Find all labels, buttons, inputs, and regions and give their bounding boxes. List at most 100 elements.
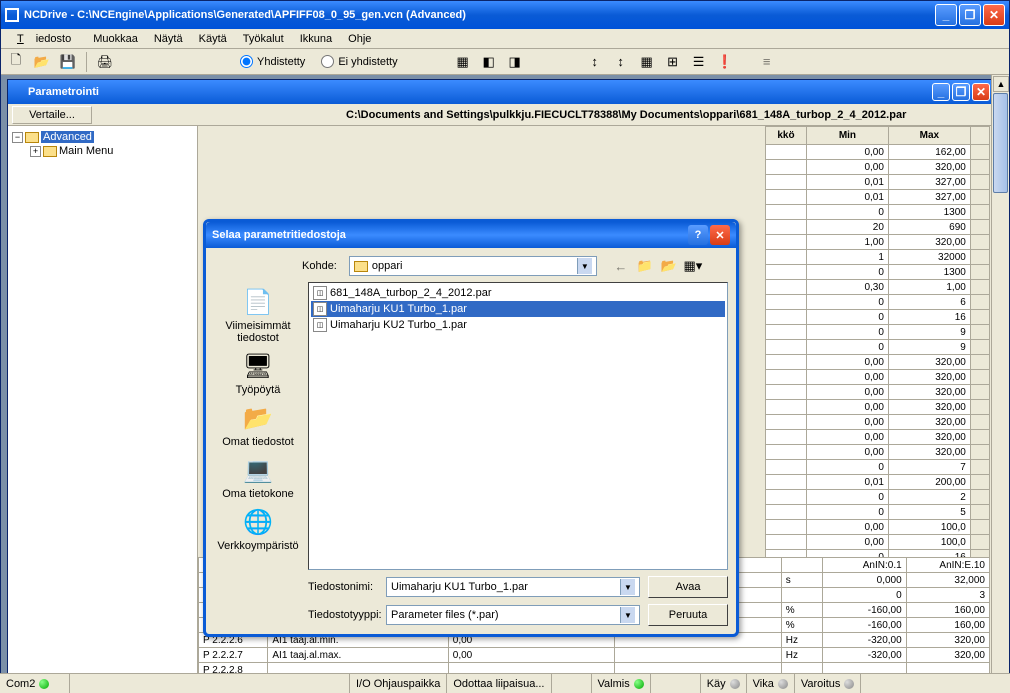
- look-in-select[interactable]: oppari ▼: [349, 256, 597, 276]
- table-row[interactable]: 1,00320,00: [766, 235, 990, 250]
- data-table-minmax: kkö Min Max 0,00162,000,00320,000,01327,…: [765, 126, 990, 565]
- file-icon: ◫: [313, 318, 327, 332]
- table-row[interactable]: 0,00320,00: [766, 415, 990, 430]
- table-row[interactable]: 06: [766, 295, 990, 310]
- radio-disconnected[interactable]: Ei yhdistetty: [321, 55, 397, 68]
- collapse-icon[interactable]: −: [12, 132, 23, 143]
- table-row[interactable]: 0,00320,00: [766, 445, 990, 460]
- table-row[interactable]: P 2.2.2.7AI1 taaj.al.max.0,00Hz-320,0032…: [199, 648, 990, 663]
- filename-input[interactable]: Uimaharju KU1 Turbo_1.par ▼: [386, 577, 640, 597]
- table-row[interactable]: 01300: [766, 265, 990, 280]
- new-icon[interactable]: 🗋: [5, 51, 27, 73]
- place-mydocs[interactable]: 📂 Omat tiedostot: [222, 402, 294, 448]
- maximize-button[interactable]: ❐: [959, 4, 981, 26]
- dialog-help-button[interactable]: ?: [688, 225, 708, 245]
- table-row[interactable]: 0,00320,00: [766, 385, 990, 400]
- param-titlebar[interactable]: Parametrointi _ ❐ ✕: [8, 80, 994, 104]
- tool-icon-8[interactable]: ☰: [688, 51, 710, 73]
- table-row[interactable]: 0,01200,00: [766, 475, 990, 490]
- dropdown-icon[interactable]: ▼: [620, 607, 635, 623]
- dialog-close-button[interactable]: ✕: [710, 225, 730, 245]
- dialog-titlebar[interactable]: Selaa parametritiedostoja ? ✕: [206, 222, 736, 248]
- table-row[interactable]: 0,01327,00: [766, 190, 990, 205]
- new-folder-icon[interactable]: 📂: [659, 256, 679, 276]
- tool-icon-1[interactable]: ▦: [452, 51, 474, 73]
- sb-blank: [70, 674, 350, 693]
- file-list[interactable]: ◫ 681_148A_turbop_2_4_2012.par ◫ Uimahar…: [308, 282, 728, 570]
- col-unit[interactable]: kkö: [766, 127, 807, 145]
- up-icon[interactable]: 📁: [635, 256, 655, 276]
- radio-connected[interactable]: Yhdistetty: [240, 55, 305, 68]
- filetype-select[interactable]: Parameter files (*.par) ▼: [386, 605, 640, 625]
- compare-button[interactable]: Vertaile...: [12, 106, 92, 124]
- led-icon: [730, 679, 740, 689]
- menu-file[interactable]: Tiedosto: [5, 31, 83, 47]
- menu-view[interactable]: Näytä: [148, 31, 189, 47]
- expand-icon[interactable]: +: [30, 146, 41, 157]
- table-row[interactable]: 0,00320,00: [766, 160, 990, 175]
- dropdown-icon[interactable]: ▼: [577, 258, 592, 274]
- table-row[interactable]: 0,00100,0: [766, 520, 990, 535]
- place-recent[interactable]: 📄 Viimeisimmät tiedostot: [214, 286, 302, 344]
- tool-icon-5[interactable]: ↕: [610, 51, 632, 73]
- tool-icon-9[interactable]: ❗: [714, 51, 736, 73]
- table-row[interactable]: 132000: [766, 250, 990, 265]
- table-row[interactable]: 0,00320,00: [766, 355, 990, 370]
- tool-icon-2[interactable]: ◧: [478, 51, 500, 73]
- tree-root[interactable]: − Advanced: [12, 130, 193, 144]
- back-icon[interactable]: ←: [611, 256, 631, 276]
- open-icon[interactable]: 📂: [31, 51, 53, 73]
- col-max[interactable]: Max: [888, 127, 970, 145]
- param-minimize[interactable]: _: [932, 83, 950, 101]
- table-row[interactable]: 09: [766, 340, 990, 355]
- table-row[interactable]: 02: [766, 490, 990, 505]
- param-maximize[interactable]: ❐: [952, 83, 970, 101]
- col-min[interactable]: Min: [806, 127, 888, 145]
- menu-edit[interactable]: Muokkaa: [87, 31, 144, 47]
- table-row[interactable]: 0,301,00: [766, 280, 990, 295]
- cancel-button[interactable]: Peruuta: [648, 604, 728, 626]
- tool-icon-3[interactable]: ◨: [504, 51, 526, 73]
- table-row[interactable]: 0,00320,00: [766, 370, 990, 385]
- table-row[interactable]: 0,01327,00: [766, 175, 990, 190]
- table-row[interactable]: 09: [766, 325, 990, 340]
- dropdown-icon[interactable]: ▼: [620, 579, 635, 595]
- scroll-up-icon[interactable]: ▲: [993, 76, 1009, 92]
- network-icon: 🌐: [242, 506, 274, 538]
- table-row[interactable]: 20690: [766, 220, 990, 235]
- table-row[interactable]: 0,00320,00: [766, 430, 990, 445]
- place-mycomputer[interactable]: 💻 Oma tietokone: [222, 454, 294, 500]
- vertical-scrollbar[interactable]: ▲ ▼: [991, 75, 1009, 693]
- table-row[interactable]: 016: [766, 310, 990, 325]
- print-icon[interactable]: 🖨: [94, 51, 116, 73]
- close-button[interactable]: ✕: [983, 4, 1005, 26]
- tool-icon-10[interactable]: ≡: [756, 51, 778, 73]
- minimize-button[interactable]: _: [935, 4, 957, 26]
- file-item[interactable]: ◫ 681_148A_turbop_2_4_2012.par: [311, 285, 725, 301]
- open-button[interactable]: Avaa: [648, 576, 728, 598]
- tool-icon-4[interactable]: ↕: [584, 51, 606, 73]
- views-icon[interactable]: ▦▾: [683, 256, 703, 276]
- table-row[interactable]: 0,00100,0: [766, 535, 990, 550]
- table-row[interactable]: 01300: [766, 205, 990, 220]
- place-network[interactable]: 🌐 Verkkoympäristö: [217, 506, 298, 552]
- table-row[interactable]: 0,00162,00: [766, 145, 990, 160]
- sb-trigger: Odottaa liipaisua...: [447, 674, 551, 693]
- table-row[interactable]: 07: [766, 460, 990, 475]
- tool-icon-6[interactable]: ▦: [636, 51, 658, 73]
- file-item-selected[interactable]: ◫ Uimaharju KU1 Turbo_1.par: [311, 301, 725, 317]
- tool-icon-7[interactable]: ⊞: [662, 51, 684, 73]
- menu-use[interactable]: Käytä: [193, 31, 233, 47]
- place-desktop[interactable]: 🖥 Työpöytä: [236, 350, 281, 396]
- menu-help[interactable]: Ohje: [342, 31, 377, 47]
- menu-window[interactable]: Ikkuna: [294, 31, 338, 47]
- file-item[interactable]: ◫ Uimaharju KU2 Turbo_1.par: [311, 317, 725, 333]
- table-row[interactable]: 0,00320,00: [766, 400, 990, 415]
- save-icon[interactable]: 💾: [57, 51, 79, 73]
- param-close[interactable]: ✕: [972, 83, 990, 101]
- table-row[interactable]: 05: [766, 505, 990, 520]
- tree-child[interactable]: + Main Menu: [30, 144, 193, 158]
- outer-titlebar[interactable]: NCDrive - C:\NCEngine\Applications\Gener…: [1, 1, 1009, 29]
- menu-tools[interactable]: Työkalut: [237, 31, 290, 47]
- scroll-thumb[interactable]: [993, 93, 1008, 193]
